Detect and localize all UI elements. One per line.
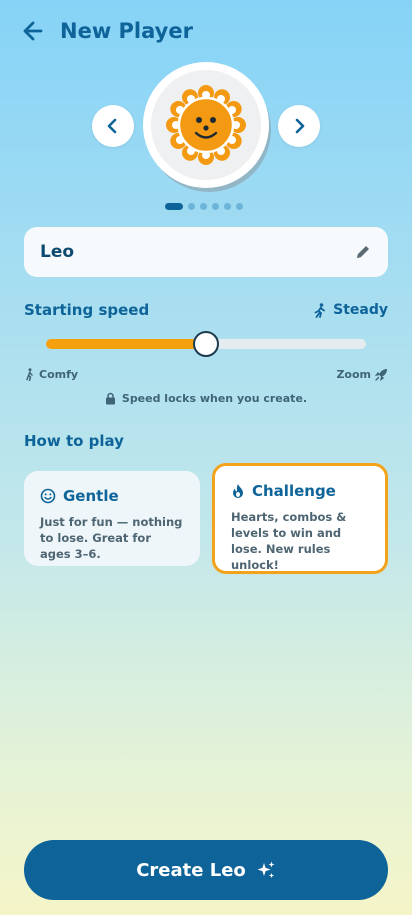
pagination-dot[interactable] [188, 202, 195, 210]
chevron-left-icon [107, 118, 117, 134]
challenge-description: Hearts, combos & levels to win and lose.… [231, 510, 347, 572]
header: New Player [20, 14, 193, 48]
page-title: New Player [60, 19, 193, 43]
gentle-title: Gentle [63, 487, 119, 505]
speed-label: Starting speed [24, 301, 150, 319]
running-icon [314, 302, 326, 318]
pagination-dot[interactable] [236, 202, 243, 210]
arrow-left-icon [23, 21, 43, 41]
pagination-dot[interactable] [165, 202, 183, 210]
avatar-preview [143, 62, 271, 192]
speed-max-caption: Zoom [336, 368, 388, 381]
speed-value: Steady [313, 302, 388, 318]
pencil-icon [357, 246, 369, 258]
rocket-icon [375, 369, 387, 381]
create-player-button[interactable]: Create Leo [24, 840, 388, 900]
avatar-pagination [165, 202, 243, 210]
sparkles-icon [257, 861, 275, 878]
lock-note-text: Speed locks when you create. [121, 392, 308, 405]
player-name-field[interactable]: Leo [24, 227, 388, 277]
edit-name-button[interactable] [354, 243, 372, 261]
how-to-play-label: How to play [24, 432, 124, 450]
smile-icon [40, 488, 56, 504]
create-button-label: Create Leo [136, 859, 246, 881]
challenge-title: Challenge [252, 482, 336, 500]
walking-icon [26, 368, 33, 381]
speed-lock-note: Speed locks when you create. [0, 392, 412, 405]
lock-icon [105, 392, 115, 405]
speed-current-label: Steady [333, 302, 388, 318]
mode-card-gentle[interactable]: Gentle Just for fun — nothing to lose. G… [24, 471, 200, 566]
gentle-description: Just for fun — nothing to lose. Great fo… [40, 515, 183, 561]
pagination-dot[interactable] [212, 202, 219, 210]
sun-character-icon [166, 85, 246, 165]
previous-avatar-button[interactable] [92, 105, 134, 147]
pagination-dot[interactable] [200, 202, 207, 210]
back-button[interactable] [20, 18, 46, 44]
speed-min-label: Comfy [39, 368, 79, 381]
speed-max-label: Zoom [336, 368, 371, 381]
player-name-value[interactable]: Leo [40, 242, 74, 262]
speed-min-caption: Comfy [24, 368, 78, 381]
mode-card-challenge[interactable]: Challenge Hearts, combos & levels to win… [212, 463, 388, 574]
next-avatar-button[interactable] [278, 105, 320, 147]
chevron-right-icon [295, 118, 305, 134]
speed-slider-thumb[interactable] [193, 331, 219, 357]
flame-icon [233, 484, 243, 498]
pagination-dot[interactable] [224, 202, 231, 210]
speed-slider-fill [46, 339, 206, 349]
